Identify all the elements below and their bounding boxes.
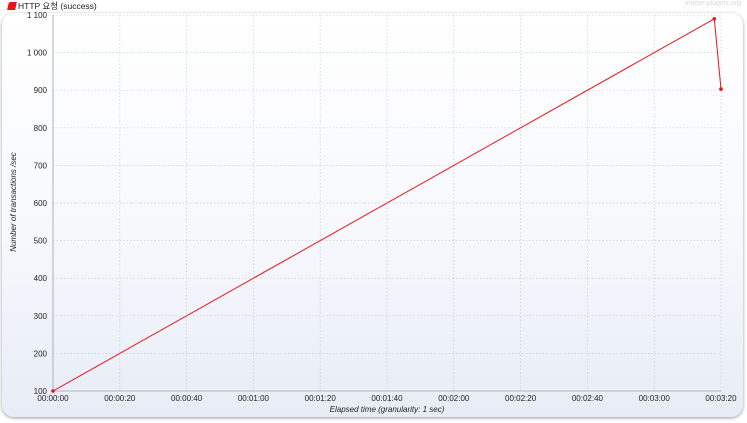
y-tick-label: 1 000 xyxy=(27,49,48,58)
y-tick-label: 700 xyxy=(34,161,48,170)
x-tick-label: 00:00:00 xyxy=(37,394,69,403)
x-tick-label: 00:01:40 xyxy=(371,394,403,403)
y-tick-label: 1 100 xyxy=(27,11,48,20)
x-tick-label: 00:03:00 xyxy=(639,394,671,403)
y-tick-label: 400 xyxy=(34,274,48,283)
x-tick-label: 00:02:40 xyxy=(572,394,604,403)
legend-label: HTTP 요청 (success) xyxy=(18,1,97,11)
y-tick-label: 500 xyxy=(34,237,48,246)
x-tick-label: 00:02:20 xyxy=(505,394,537,403)
data-point xyxy=(712,16,717,21)
chart-container: HTTP 요청 (success) jmeter-plugins.org 100… xyxy=(0,0,747,423)
axis-labels: Elapsed time (granularity: 1 sec) Number… xyxy=(9,152,445,414)
x-tick-label: 00:00:40 xyxy=(171,394,203,403)
x-axis-label: Elapsed time (granularity: 1 sec) xyxy=(330,405,445,414)
x-tick-label: 00:02:00 xyxy=(438,394,470,403)
x-tick-label: 00:01:00 xyxy=(238,394,270,403)
y-axis-label: Number of transactions /sec xyxy=(9,152,18,252)
x-tick-label: 00:03:20 xyxy=(705,394,737,403)
data-point xyxy=(51,389,55,393)
legend-swatch xyxy=(7,2,17,10)
y-tick-label: 300 xyxy=(34,312,48,321)
x-tick-label: 00:00:20 xyxy=(104,394,136,403)
y-tick-label: 900 xyxy=(34,86,48,95)
y-tick-label: 600 xyxy=(34,199,48,208)
legend: HTTP 요청 (success) xyxy=(7,0,97,12)
y-tick-label: 200 xyxy=(34,349,48,358)
x-tick-label: 00:01:20 xyxy=(305,394,337,403)
watermark: jmeter-plugins.org xyxy=(685,0,741,7)
data-point xyxy=(719,87,723,91)
axes: 1002003004005006007008009001 0001 10000:… xyxy=(27,11,737,403)
line-chart: 1002003004005006007008009001 0001 10000:… xyxy=(9,11,737,414)
y-tick-label: 800 xyxy=(34,124,48,133)
